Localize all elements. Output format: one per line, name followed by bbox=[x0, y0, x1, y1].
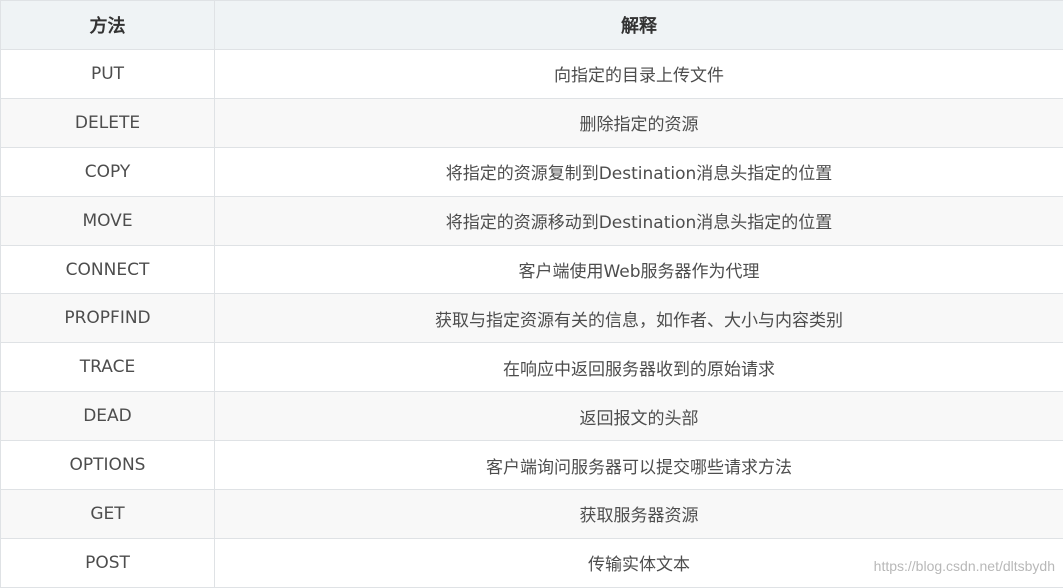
table-row: MOVE 将指定的资源移动到Destination消息头指定的位置 bbox=[1, 196, 1063, 245]
header-description: 解释 bbox=[215, 1, 1063, 50]
method-cell: OPTIONS bbox=[1, 441, 215, 490]
header-method: 方法 bbox=[1, 1, 215, 50]
description-cell: 客户端询问服务器可以提交哪些请求方法 bbox=[215, 441, 1063, 490]
method-cell: TRACE bbox=[1, 343, 215, 392]
method-cell: PUT bbox=[1, 50, 215, 99]
method-cell: MOVE bbox=[1, 196, 215, 245]
description-cell: 获取服务器资源 bbox=[215, 490, 1063, 539]
method-cell: GET bbox=[1, 490, 215, 539]
method-cell: COPY bbox=[1, 147, 215, 196]
http-methods-table: 方法 解释 PUT 向指定的目录上传文件 DELETE 删除指定的资源 COPY… bbox=[0, 0, 1063, 588]
table-row: GET 获取服务器资源 bbox=[1, 490, 1063, 539]
table-row: COPY 将指定的资源复制到Destination消息头指定的位置 bbox=[1, 147, 1063, 196]
method-cell: DEAD bbox=[1, 392, 215, 441]
table-row: PUT 向指定的目录上传文件 bbox=[1, 50, 1063, 99]
description-cell: 将指定的资源复制到Destination消息头指定的位置 bbox=[215, 147, 1063, 196]
table-header-row: 方法 解释 bbox=[1, 1, 1063, 50]
description-cell: 返回报文的头部 bbox=[215, 392, 1063, 441]
table-row: CONNECT 客户端使用Web服务器作为代理 bbox=[1, 245, 1063, 294]
table-row: TRACE 在响应中返回服务器收到的原始请求 bbox=[1, 343, 1063, 392]
description-cell: 在响应中返回服务器收到的原始请求 bbox=[215, 343, 1063, 392]
method-cell: CONNECT bbox=[1, 245, 215, 294]
description-cell: 将指定的资源移动到Destination消息头指定的位置 bbox=[215, 196, 1063, 245]
method-cell: PROPFIND bbox=[1, 294, 215, 343]
watermark-url: https://blog.csdn.net/dltsbydh bbox=[874, 558, 1055, 574]
description-cell: 向指定的目录上传文件 bbox=[215, 50, 1063, 99]
method-cell: DELETE bbox=[1, 98, 215, 147]
table-row: DELETE 删除指定的资源 bbox=[1, 98, 1063, 147]
description-cell: 获取与指定资源有关的信息，如作者、大小与内容类别 bbox=[215, 294, 1063, 343]
method-cell: POST bbox=[1, 538, 215, 587]
table-row: OPTIONS 客户端询问服务器可以提交哪些请求方法 bbox=[1, 441, 1063, 490]
table-row: DEAD 返回报文的头部 bbox=[1, 392, 1063, 441]
description-cell: 客户端使用Web服务器作为代理 bbox=[215, 245, 1063, 294]
description-cell: 删除指定的资源 bbox=[215, 98, 1063, 147]
table-row: PROPFIND 获取与指定资源有关的信息，如作者、大小与内容类别 bbox=[1, 294, 1063, 343]
